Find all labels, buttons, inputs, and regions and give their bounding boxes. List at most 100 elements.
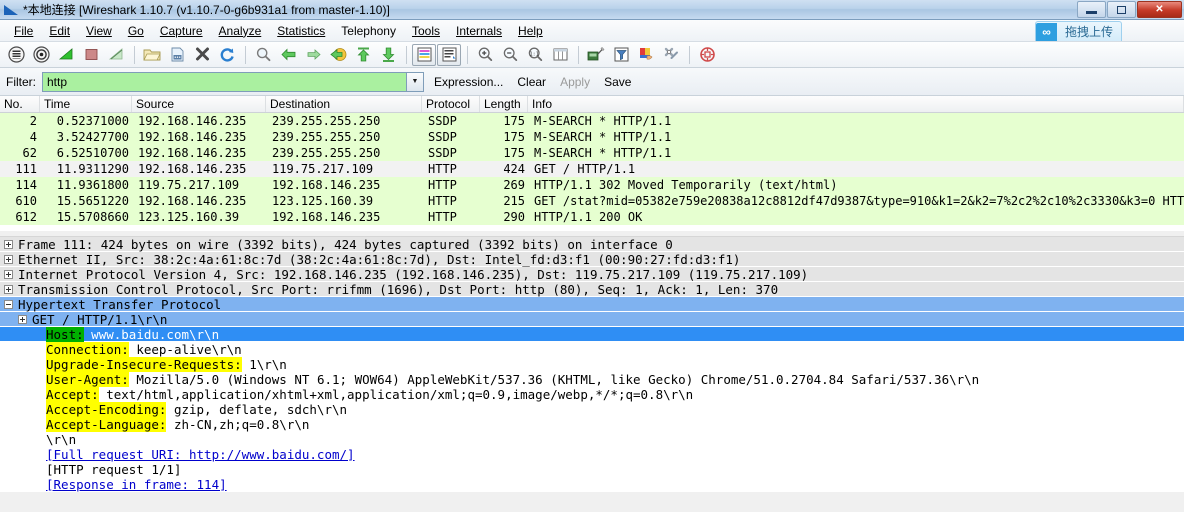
- zoom-out-icon[interactable]: [498, 44, 522, 66]
- menu-edit-label: Edit: [49, 23, 71, 38]
- packet-source: 192.168.146.235: [138, 114, 247, 128]
- interfaces-icon[interactable]: [4, 44, 28, 66]
- detail-row[interactable]: GET / HTTP/1.1\r\n: [0, 312, 1184, 327]
- column-header-source[interactable]: Source: [132, 96, 266, 112]
- menu-file[interactable]: File: [6, 22, 41, 40]
- column-header-no[interactable]: No.: [0, 96, 40, 112]
- filter-combobox[interactable]: ▼: [42, 71, 424, 92]
- menu-internals[interactable]: Internals: [448, 22, 510, 40]
- menu-analyze[interactable]: Analyze: [211, 22, 270, 40]
- packet-row[interactable]: 62 6.52510700 192.168.146.235 239.255.255.2…: [0, 145, 1184, 161]
- detail-row[interactable]: Upgrade-Insecure-Requests: 1\r\n: [0, 357, 1184, 372]
- zoom-reset-icon[interactable]: 1:1: [523, 44, 547, 66]
- packet-protocol: HTTP: [428, 162, 457, 176]
- detail-row[interactable]: Ethernet II, Src: 38:2c:4a:61:8c:7d (38:…: [0, 252, 1184, 267]
- expand-tree-icon[interactable]: [4, 239, 13, 249]
- packet-detail-pane: Frame 111: 424 bytes on wire (3392 bits)…: [0, 236, 1184, 492]
- colorize-toggle-icon[interactable]: [412, 43, 436, 66]
- menu-statistics[interactable]: Statistics: [269, 22, 333, 40]
- packet-row[interactable]: 612 15.5708660 123.125.160.39 192.168.146.2…: [0, 209, 1184, 225]
- packet-row[interactable]: 114 11.9361800 119.75.217.109 192.168.146.2…: [0, 177, 1184, 193]
- zoom-in-icon[interactable]: [473, 44, 497, 66]
- menu-tools[interactable]: Tools: [404, 22, 448, 40]
- detail-row[interactable]: Internet Protocol Version 4, Src: 192.16…: [0, 267, 1184, 282]
- detail-field-value: keep-alive\r\n: [128, 342, 242, 357]
- menu-help[interactable]: Help: [510, 22, 551, 40]
- detail-row-text: Internet Protocol Version 4, Src: 192.16…: [18, 266, 809, 282]
- menu-telephony[interactable]: Telephony: [333, 22, 404, 40]
- close-button[interactable]: ✕: [1137, 1, 1182, 18]
- clear-filter-button[interactable]: Clear: [517, 75, 546, 89]
- packet-no: 114: [15, 178, 37, 192]
- detail-row[interactable]: Frame 111: 424 bytes on wire (3392 bits)…: [0, 237, 1184, 252]
- column-header-info[interactable]: Info: [528, 96, 1184, 112]
- packet-no: 612: [15, 210, 37, 224]
- detail-row-text: User-Agent: Mozilla/5.0 (Windows NT 6.1;…: [46, 372, 979, 387]
- menu-edit[interactable]: Edit: [41, 22, 78, 40]
- display-filters-icon[interactable]: [609, 44, 633, 66]
- autoscroll-toggle-icon[interactable]: [437, 43, 461, 66]
- resize-columns-icon[interactable]: [548, 44, 572, 66]
- detail-row[interactable]: User-Agent: Mozilla/5.0 (Windows NT 6.1;…: [0, 372, 1184, 387]
- menu-capture[interactable]: Capture: [152, 22, 211, 40]
- expand-tree-icon[interactable]: [18, 314, 27, 324]
- toolbar-separator: [467, 45, 468, 64]
- menu-go[interactable]: Go: [120, 22, 152, 40]
- packet-no: 62: [22, 146, 37, 160]
- go-to-packet-icon[interactable]: [326, 44, 350, 66]
- coloring-rules-icon[interactable]: [634, 44, 658, 66]
- detail-row[interactable]: [HTTP request 1/1]: [0, 462, 1184, 477]
- column-header-destination[interactable]: Destination: [266, 96, 422, 112]
- detail-row[interactable]: \r\n: [0, 432, 1184, 447]
- detail-row[interactable]: Connection: keep-alive\r\n: [0, 342, 1184, 357]
- go-first-packet-icon[interactable]: [351, 44, 375, 66]
- apply-filter-button[interactable]: Apply: [560, 75, 590, 89]
- expand-tree-icon[interactable]: [4, 269, 13, 279]
- packet-row[interactable]: 111 11.9311290 192.168.146.235 119.75.217.1…: [0, 161, 1184, 177]
- minimize-button[interactable]: [1077, 1, 1106, 18]
- open-file-icon[interactable]: [140, 44, 164, 66]
- detail-row[interactable]: Accept-Language: zh-CN,zh;q=0.8\r\n: [0, 417, 1184, 432]
- detail-row[interactable]: [Response in frame: 114]: [0, 477, 1184, 492]
- maximize-button[interactable]: [1107, 1, 1136, 18]
- reload-file-icon[interactable]: [215, 44, 239, 66]
- detail-row[interactable]: Accept: text/html,application/xhtml+xml,…: [0, 387, 1184, 402]
- expression-button[interactable]: Expression...: [434, 75, 503, 89]
- stop-capture-icon[interactable]: [79, 44, 103, 66]
- packet-row[interactable]: 2 0.52371000 192.168.146.235 239.255.255.25…: [0, 113, 1184, 129]
- save-filter-button[interactable]: Save: [604, 75, 631, 89]
- packet-info: HTTP/1.1 200 OK: [534, 210, 643, 224]
- filter-label: Filter:: [6, 74, 36, 89]
- close-file-icon[interactable]: [190, 44, 214, 66]
- packet-length: 175: [503, 114, 525, 128]
- help-contents-icon[interactable]: [695, 44, 719, 66]
- expand-tree-icon[interactable]: [4, 284, 13, 294]
- go-last-packet-icon[interactable]: [376, 44, 400, 66]
- filter-input[interactable]: [43, 72, 406, 91]
- detail-row[interactable]: [Full request URI: http://www.baidu.com/…: [0, 447, 1184, 462]
- restart-capture-icon[interactable]: [104, 44, 128, 66]
- find-packet-icon[interactable]: [251, 44, 275, 66]
- collapse-tree-icon[interactable]: [4, 299, 13, 309]
- detail-field-value: www.baidu.com\r\n: [83, 326, 220, 342]
- detail-row[interactable]: Transmission Control Protocol, Src Port:…: [0, 282, 1184, 297]
- expand-tree-icon[interactable]: [4, 254, 13, 264]
- start-capture-icon[interactable]: [54, 44, 78, 66]
- chevron-down-icon[interactable]: ▼: [406, 72, 423, 91]
- drag-upload-button[interactable]: ∞ 拖拽上传: [1034, 21, 1122, 41]
- go-forward-icon[interactable]: [301, 44, 325, 66]
- capture-options-icon[interactable]: [29, 44, 53, 66]
- column-header-time[interactable]: Time: [40, 96, 132, 112]
- go-back-icon[interactable]: [276, 44, 300, 66]
- detail-row[interactable]: Accept-Encoding: gzip, deflate, sdch\r\n: [0, 402, 1184, 417]
- capture-filters-icon[interactable]: [584, 44, 608, 66]
- detail-row[interactable]: Hypertext Transfer Protocol: [0, 297, 1184, 312]
- column-header-length[interactable]: Length: [480, 96, 528, 112]
- column-header-protocol[interactable]: Protocol: [422, 96, 480, 112]
- preferences-icon[interactable]: [659, 44, 683, 66]
- packet-row[interactable]: 610 15.5651220 192.168.146.235 123.125.160.…: [0, 193, 1184, 209]
- detail-row[interactable]: Host: www.baidu.com\r\n: [0, 326, 1184, 342]
- menu-view[interactable]: View: [78, 22, 120, 40]
- save-file-icon[interactable]: [165, 44, 189, 66]
- packet-row[interactable]: 4 3.52427700 192.168.146.235 239.255.255.25…: [0, 129, 1184, 145]
